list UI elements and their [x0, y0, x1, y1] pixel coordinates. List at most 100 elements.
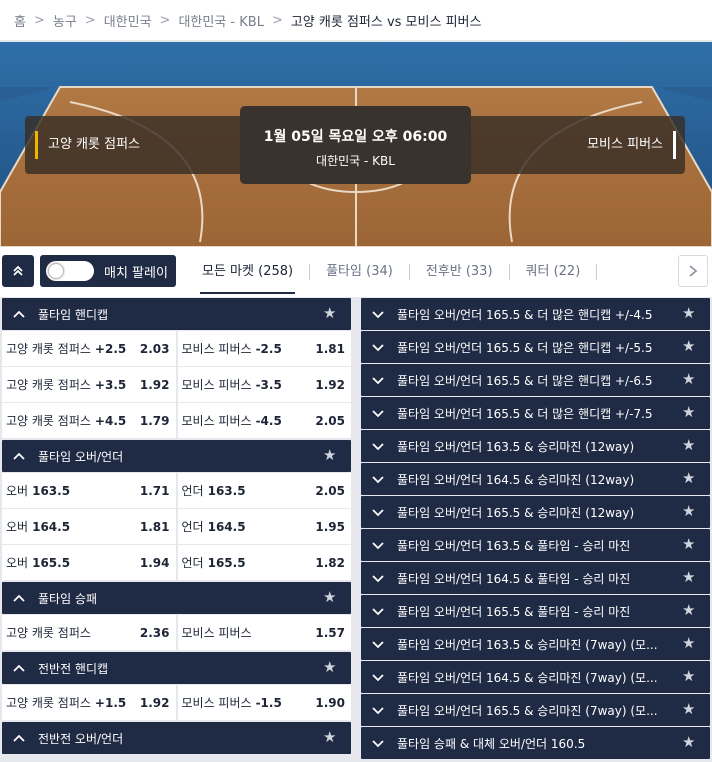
market-header[interactable]: 풀타임 오버/언더 165.5 & 승리마진 (7way) (모... ★	[361, 694, 710, 726]
market-header[interactable]: 풀타임 오버/언더 164.5 & 풀타임 - 승리 마진 ★	[361, 562, 710, 594]
tab-full-time[interactable]: 풀타임 (34)	[310, 247, 409, 297]
odds-selection[interactable]: 고양 캐롯 점퍼스 +3.5 1.92	[2, 367, 176, 402]
favorite-star-icon[interactable]: ★	[682, 371, 698, 387]
favorite-star-icon[interactable]: ★	[682, 668, 698, 684]
market-header[interactable]: 풀타임 오버/언더 163.5 & 승리마진 (7way) (모... ★	[361, 628, 710, 660]
tabs-next-button[interactable]	[678, 255, 708, 287]
match-parlay-button[interactable]: 매치 팔레이	[40, 255, 176, 287]
market-header[interactable]: 풀타임 오버/언더 165.5 & 더 많은 핸디캡 +/-6.5 ★	[361, 364, 710, 396]
market-title: 풀타임 오버/언더 165.5 & 풀타임 - 승리 마진	[397, 604, 631, 619]
breadcrumb-country[interactable]: 대한민국	[104, 11, 152, 30]
market-title: 풀타임 승패	[38, 591, 98, 606]
tab-label: 전후반	[425, 264, 462, 279]
favorite-star-icon[interactable]: ★	[323, 589, 339, 605]
market-header[interactable]: 풀타임 승패 & 대체 오버/언더 160.5 ★	[361, 727, 710, 759]
market-header[interactable]: 풀타임 오버/언더 ★	[2, 440, 351, 472]
odds-row: 고양 캐롯 점퍼스 2.36 모비스 피버스 1.57	[2, 615, 351, 650]
chevron-up-icon	[13, 734, 25, 742]
chevron-down-icon	[372, 575, 384, 583]
odds-selection[interactable]: 모비스 피버스 1.57	[177, 615, 351, 650]
breadcrumb-basketball[interactable]: 농구	[53, 11, 77, 30]
odds-selection[interactable]: 오버 163.5 1.71	[2, 473, 176, 508]
market-header[interactable]: 풀타임 오버/언더 163.5 & 승리마진 (12way) ★	[361, 430, 710, 462]
chevron-down-icon	[372, 542, 384, 550]
favorite-star-icon[interactable]: ★	[682, 437, 698, 453]
market-header[interactable]: 풀타임 오버/언더 164.5 & 승리마진 (7way) (모... ★	[361, 661, 710, 693]
match-parlay-toggle[interactable]	[46, 261, 94, 281]
breadcrumb-league[interactable]: 대한민국 - KBL	[178, 11, 263, 30]
market-header[interactable]: 풀타임 오버/언더 165.5 & 더 많은 핸디캡 +/-7.5 ★	[361, 397, 710, 429]
odds-selection[interactable]: 모비스 피버스 -4.5 2.05	[177, 403, 351, 438]
tab-halves[interactable]: 전후반 (33)	[410, 247, 509, 297]
chevron-up-icon	[13, 594, 25, 602]
selection-line: +3.5	[94, 377, 127, 392]
odds-selection[interactable]: 모비스 피버스 -1.5 1.90	[177, 685, 351, 720]
right-market-column: 풀타임 오버/언더 165.5 & 더 많은 핸디캡 +/-4.5 ★ 풀타임 오버…	[361, 298, 710, 760]
market-header[interactable]: 전반전 오버/언더 ★	[2, 722, 351, 754]
market-header[interactable]: 풀타임 핸디캡 ★	[2, 298, 351, 330]
selection-label: 언더	[181, 556, 204, 570]
tab-quarters[interactable]: 쿼터 (22)	[510, 247, 597, 297]
market-header[interactable]: 풀타임 오버/언더 163.5 & 풀타임 - 승리 마진 ★	[361, 529, 710, 561]
odds-price: 1.90	[315, 695, 345, 710]
selection-line: 163.5	[207, 483, 246, 498]
market-title: 풀타임 오버/언더 164.5 & 승리마진 (7way) (모...	[397, 670, 658, 685]
selection-label: 언더	[181, 484, 204, 498]
tab-all-markets[interactable]: 모든 마켓 (258)	[186, 247, 309, 297]
favorite-star-icon[interactable]: ★	[682, 404, 698, 420]
double-chevron-up-icon	[13, 265, 23, 276]
chevron-down-icon	[372, 641, 384, 649]
breadcrumb-home[interactable]: 홈	[14, 11, 26, 30]
odds-selection[interactable]: 고양 캐롯 점퍼스 +2.5 2.03	[2, 331, 176, 366]
odds-selection[interactable]: 언더 165.5 1.82	[177, 545, 351, 580]
market-header[interactable]: 풀타임 오버/언더 165.5 & 더 많은 핸디캡 +/-4.5 ★	[361, 298, 710, 330]
odds-selection[interactable]: 오버 165.5 1.94	[2, 545, 176, 580]
odds-selection[interactable]: 모비스 피버스 -2.5 1.81	[177, 331, 351, 366]
odds-row: 고양 캐롯 점퍼스 +4.5 1.79 모비스 피버스 -4.5 2.05	[2, 403, 351, 438]
market-header[interactable]: 풀타임 오버/언더 165.5 & 승리마진 (12way) ★	[361, 496, 710, 528]
odds-selection[interactable]: 모비스 피버스 -3.5 1.92	[177, 367, 351, 402]
favorite-star-icon[interactable]: ★	[682, 701, 698, 717]
market-header[interactable]: 풀타임 오버/언더 165.5 & 풀타임 - 승리 마진 ★	[361, 595, 710, 627]
chevron-down-icon	[372, 608, 384, 616]
odds-selection[interactable]: 고양 캐롯 점퍼스 +1.5 1.92	[2, 685, 176, 720]
favorite-star-icon[interactable]: ★	[682, 569, 698, 585]
odds-selection[interactable]: 고양 캐롯 점퍼스 2.36	[2, 615, 176, 650]
favorite-star-icon[interactable]: ★	[323, 305, 339, 321]
favorite-star-icon[interactable]: ★	[682, 470, 698, 486]
chevron-down-icon	[372, 443, 384, 451]
odds-price: 1.82	[315, 555, 345, 570]
favorite-star-icon[interactable]: ★	[682, 338, 698, 354]
odds-selection[interactable]: 언더 163.5 2.05	[177, 473, 351, 508]
selection-label: 고양 캐롯 점퍼스	[6, 378, 91, 392]
favorite-star-icon[interactable]: ★	[323, 729, 339, 745]
odds-selection[interactable]: 오버 164.5 1.81	[2, 509, 176, 544]
favorite-star-icon[interactable]: ★	[323, 447, 339, 463]
market-title: 풀타임 오버/언더 164.5 & 승리마진 (12way)	[397, 472, 635, 487]
favorite-star-icon[interactable]: ★	[682, 734, 698, 750]
market-header[interactable]: 풀타임 오버/언더 164.5 & 승리마진 (12way) ★	[361, 463, 710, 495]
selection-line: +2.5	[94, 341, 127, 356]
odds-selection[interactable]: 언더 164.5 1.95	[177, 509, 351, 544]
market-header[interactable]: 풀타임 승패 ★	[2, 582, 351, 614]
chevron-down-icon	[372, 344, 384, 352]
favorite-star-icon[interactable]: ★	[682, 503, 698, 519]
favorite-star-icon[interactable]: ★	[682, 536, 698, 552]
selection-line: 164.5	[32, 519, 71, 534]
market-header[interactable]: 전반전 핸디캡 ★	[2, 652, 351, 684]
favorite-star-icon[interactable]: ★	[682, 305, 698, 321]
market-tab-bar: 매치 팔레이 모든 마켓 (258) 풀타임 (34) 전후반 (33) 쿼터 …	[0, 247, 712, 297]
market-header[interactable]: 풀타임 오버/언더 165.5 & 더 많은 핸디캡 +/-5.5 ★	[361, 331, 710, 363]
favorite-star-icon[interactable]: ★	[682, 635, 698, 651]
odds-row: 오버 163.5 1.71 언더 163.5 2.05	[2, 473, 351, 508]
selection-line: 163.5	[32, 483, 71, 498]
collapse-all-button[interactable]	[2, 255, 34, 287]
odds-price: 1.95	[315, 519, 345, 534]
market-tabs: 모든 마켓 (258) 풀타임 (34) 전후반 (33) 쿼터 (22)	[186, 247, 598, 297]
market-title: 풀타임 오버/언더 165.5 & 더 많은 핸디캡 +/-4.5	[397, 307, 653, 322]
odds-row: 고양 캐롯 점퍼스 +2.5 2.03 모비스 피버스 -2.5 1.81	[2, 331, 351, 366]
favorite-star-icon[interactable]: ★	[682, 602, 698, 618]
odds-selection[interactable]: 고양 캐롯 점퍼스 +4.5 1.79	[2, 403, 176, 438]
selection-line: -2.5	[255, 341, 282, 356]
favorite-star-icon[interactable]: ★	[323, 659, 339, 675]
